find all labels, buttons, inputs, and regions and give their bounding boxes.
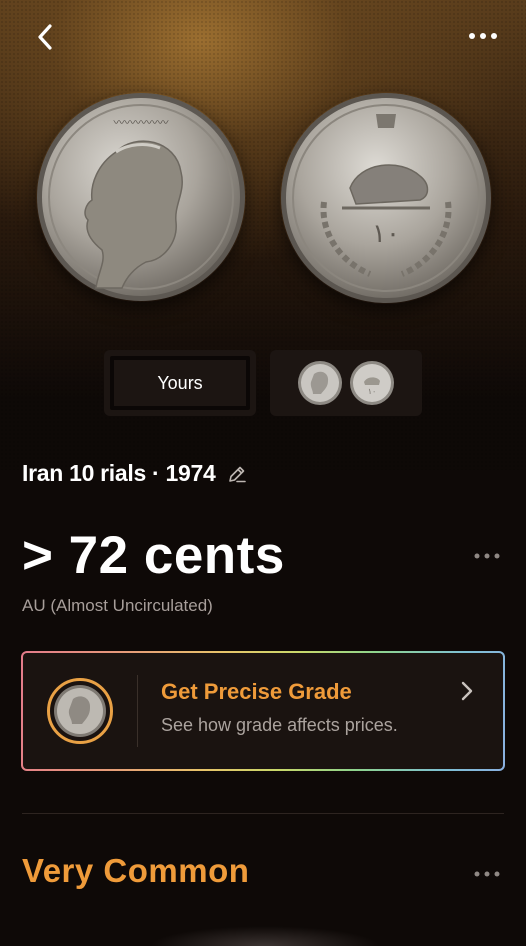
photo-toggle-yours-label: Yours <box>157 372 203 393</box>
ellipsis-icon <box>469 33 497 39</box>
price-more-button[interactable] <box>472 546 502 566</box>
chevron-right-icon <box>461 681 473 701</box>
edit-title-button[interactable] <box>227 463 249 485</box>
pencil-icon <box>229 466 247 482</box>
more-options-button[interactable] <box>466 24 500 48</box>
chevron-left-icon <box>38 24 52 50</box>
ellipsis-icon <box>474 553 500 559</box>
coin-title: Iran 10 rials · 1974 <box>22 460 216 486</box>
grade-label: AU (Almost Uncirculated) <box>22 596 213 615</box>
ellipsis-icon <box>474 871 500 877</box>
grade-card-title: Get Precise Grade <box>161 679 352 704</box>
rarity-label: Very Common <box>22 852 250 889</box>
photo-toggle-yours[interactable]: Yours <box>104 350 256 416</box>
coin-obverse-image[interactable]: 〰〰〰〰〰 <box>36 92 246 302</box>
card-divider <box>137 675 138 747</box>
coin-obverse-thumbnail <box>298 361 342 405</box>
grade-card-subtitle: See how grade affects prices. <box>161 715 398 735</box>
coin-reverse-image[interactable]: ١٠ <box>280 92 492 304</box>
grade-card-body: Get Precise Grade See how grade affects … <box>23 653 503 769</box>
coin-thumbnail <box>47 678 113 744</box>
photo-toggle-reference[interactable]: ١٠ <box>270 350 422 416</box>
back-button[interactable] <box>28 20 62 54</box>
section-divider <box>22 813 504 814</box>
get-precise-grade-card[interactable]: Get Precise Grade See how grade affects … <box>21 651 505 771</box>
svg-text:١٠: ١٠ <box>372 219 400 249</box>
bottom-sheet-handle-glow <box>150 926 380 946</box>
svg-text:〰〰〰〰〰: 〰〰〰〰〰 <box>114 116 169 129</box>
svg-text:١٠: ١٠ <box>368 387 377 396</box>
coin-portrait-icon <box>54 685 106 737</box>
estimated-price: > 72 cents <box>22 526 285 585</box>
coin-reverse-thumbnail: ١٠ <box>350 361 394 405</box>
rarity-more-button[interactable] <box>472 864 502 884</box>
coin-title-row: Iran 10 rials · 1974 <box>22 460 249 487</box>
